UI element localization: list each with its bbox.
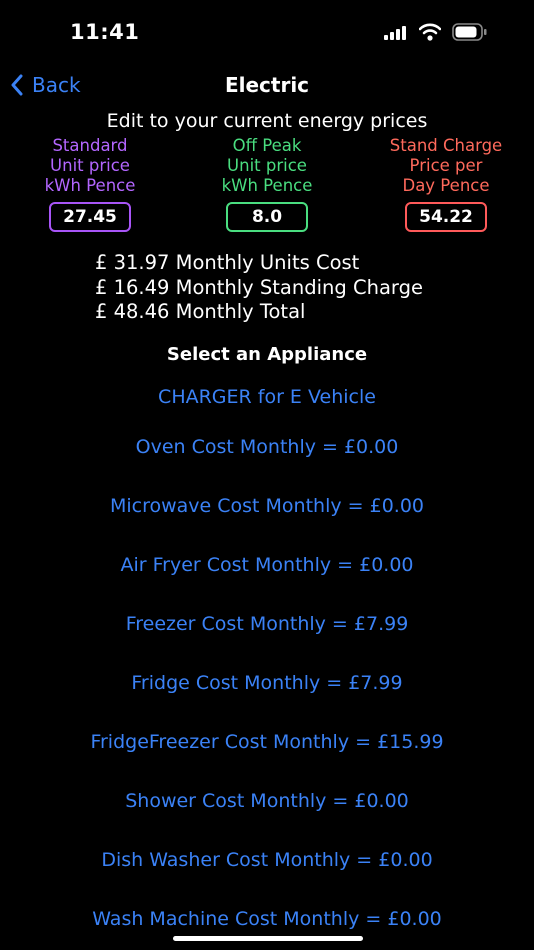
monthly-units-cost: £ 31.97 Monthly Units Cost xyxy=(95,251,360,274)
offpeak-label-line3: kWh Pence xyxy=(221,176,313,195)
appliance-microwave[interactable]: Microwave Cost Monthly = £0.00 xyxy=(0,495,534,517)
standard-label-line1: Standard xyxy=(52,136,128,155)
wifi-icon xyxy=(419,23,441,41)
appliance-fridge-freezer[interactable]: FridgeFreezer Cost Monthly = £15.99 xyxy=(0,731,534,753)
offpeak-label-line1: Off Peak xyxy=(232,136,302,155)
appliance-oven[interactable]: Oven Cost Monthly = £0.00 xyxy=(0,436,534,458)
appliance-fridge[interactable]: Fridge Cost Monthly = £7.99 xyxy=(0,672,534,694)
standard-price-input[interactable]: 27.45 xyxy=(49,202,131,232)
monthly-standing-charge: £ 16.49 Monthly Standing Charge xyxy=(95,275,423,299)
monthly-total: £ 48.46 Monthly Total xyxy=(95,300,306,323)
home-indicator[interactable] xyxy=(173,936,363,941)
appliance-dish-washer[interactable]: Dish Washer Cost Monthly = £0.00 xyxy=(0,849,534,871)
cellular-signal-icon xyxy=(384,26,406,40)
offpeak-label-line2: Unit price xyxy=(227,156,307,175)
offpeak-price-group: Off Peak Unit price kWh Pence 8.0 xyxy=(177,136,357,232)
standard-label-line2: Unit price xyxy=(50,156,130,175)
stand-charge-group: Stand Charge Price per Day Pence 54.22 xyxy=(356,136,534,232)
status-bar: 11:41 xyxy=(0,0,534,60)
stand-charge-label-line3: Day Pence xyxy=(402,176,490,195)
appliance-shower[interactable]: Shower Cost Monthly = £0.00 xyxy=(0,790,534,812)
stand-charge-label-line1: Stand Charge xyxy=(389,136,503,155)
appliances-heading: Select an Appliance xyxy=(166,344,368,365)
standard-label-line3: kWh Pence xyxy=(44,176,136,195)
stand-charge-input[interactable]: 54.22 xyxy=(405,202,487,232)
offpeak-price-input[interactable]: 8.0 xyxy=(226,202,308,232)
appliance-wash-machine[interactable]: Wash Machine Cost Monthly = £0.00 xyxy=(0,908,534,930)
appliance-freezer[interactable]: Freezer Cost Monthly = £7.99 xyxy=(0,613,534,635)
appliance-ev-charger[interactable]: CHARGER for E Vehicle xyxy=(0,386,534,408)
page-title: Electric xyxy=(224,73,310,97)
navigation-bar: Back Electric xyxy=(0,70,534,104)
battery-icon xyxy=(452,23,487,41)
prices-instruction: Edit to your current energy prices xyxy=(106,110,428,132)
stand-charge-label-line2: Price per xyxy=(409,156,483,175)
status-time: 11:41 xyxy=(70,20,140,44)
standard-price-group: Standard Unit price kWh Pence 27.45 xyxy=(0,136,180,232)
appliance-air-fryer[interactable]: Air Fryer Cost Monthly = £0.00 xyxy=(0,554,534,576)
cost-summary: £ 31.97 Monthly Units Cost £ 16.49 Month… xyxy=(95,251,423,325)
